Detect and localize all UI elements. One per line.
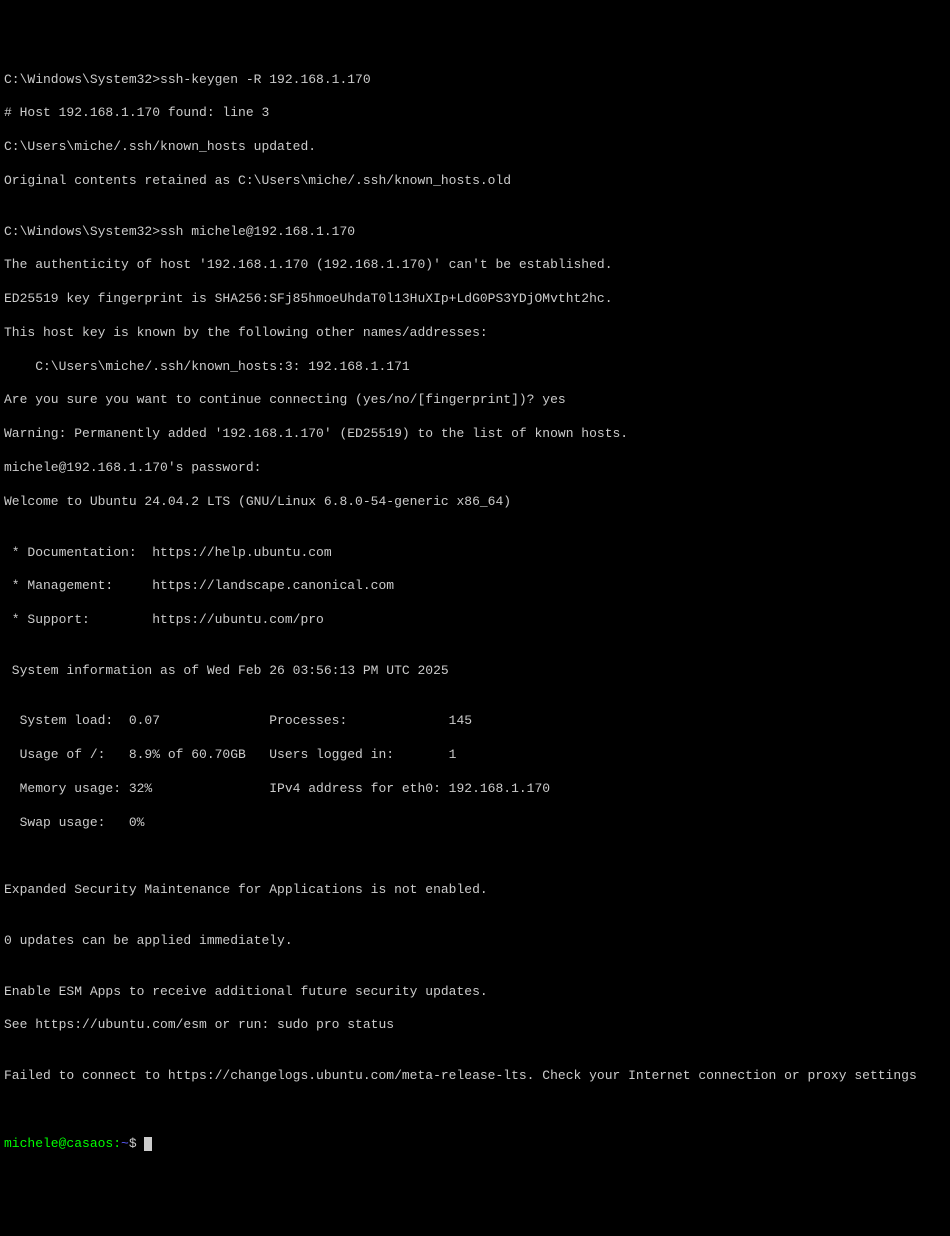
terminal-line: This host key is known by the following … <box>4 325 946 342</box>
terminal-line: * Documentation: https://help.ubuntu.com <box>4 545 946 562</box>
terminal-line: # Host 192.168.1.170 found: line 3 <box>4 105 946 122</box>
terminal-line: System load: 0.07 Processes: 145 <box>4 713 946 730</box>
terminal-line: C:\Users\miche/.ssh/known_hosts updated. <box>4 139 946 156</box>
terminal-line: 0 updates can be applied immediately. <box>4 933 946 950</box>
terminal-line: * Support: https://ubuntu.com/pro <box>4 612 946 629</box>
terminal-line: C:\Windows\System32>ssh-keygen -R 192.16… <box>4 72 946 89</box>
terminal-line: Expanded Security Maintenance for Applic… <box>4 882 946 899</box>
shell-prompt-line[interactable]: michele@casaos:~$ <box>4 1136 946 1153</box>
terminal-line: Memory usage: 32% IPv4 address for eth0:… <box>4 781 946 798</box>
terminal-line: Failed to connect to https://changelogs.… <box>4 1068 946 1085</box>
prompt-sep: : <box>113 1136 121 1151</box>
prompt-dollar: $ <box>129 1136 137 1151</box>
cursor-icon <box>144 1137 152 1151</box>
terminal-line: The authenticity of host '192.168.1.170 … <box>4 257 946 274</box>
terminal-line: Swap usage: 0% <box>4 815 946 832</box>
terminal-line: C:\Users\miche/.ssh/known_hosts:3: 192.1… <box>4 359 946 376</box>
terminal-line: * Management: https://landscape.canonica… <box>4 578 946 595</box>
terminal-line: Original contents retained as C:\Users\m… <box>4 173 946 190</box>
terminal-line: C:\Windows\System32>ssh michele@192.168.… <box>4 224 946 241</box>
terminal-line: System information as of Wed Feb 26 03:5… <box>4 663 946 680</box>
prompt-user: michele@casaos <box>4 1136 113 1151</box>
terminal-line: Warning: Permanently added '192.168.1.17… <box>4 426 946 443</box>
terminal-line: Usage of /: 8.9% of 60.70GB Users logged… <box>4 747 946 764</box>
prompt-path: ~ <box>121 1136 129 1151</box>
terminal-line: michele@192.168.1.170's password: <box>4 460 946 477</box>
terminal-line: Welcome to Ubuntu 24.04.2 LTS (GNU/Linux… <box>4 494 946 511</box>
terminal-line: Are you sure you want to continue connec… <box>4 392 946 409</box>
terminal-line: Enable ESM Apps to receive additional fu… <box>4 984 946 1001</box>
terminal-line: ED25519 key fingerprint is SHA256:SFj85h… <box>4 291 946 308</box>
terminal-line: See https://ubuntu.com/esm or run: sudo … <box>4 1017 946 1034</box>
